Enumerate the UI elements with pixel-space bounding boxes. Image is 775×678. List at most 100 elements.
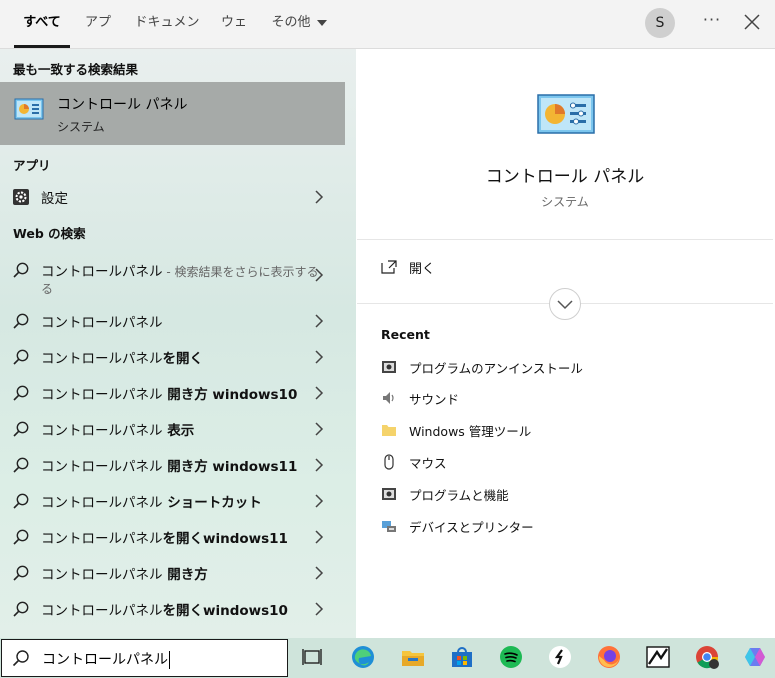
spotify-icon[interactable]	[498, 644, 524, 670]
web-result-label: コントロールパネル	[41, 311, 163, 331]
close-button[interactable]	[740, 10, 764, 34]
recent-item-label: デバイスとプリンター	[409, 520, 534, 535]
firefox-icon[interactable]	[596, 644, 622, 670]
best-match-item[interactable]: コントロール パネル システム	[0, 82, 345, 145]
chevron-right-icon	[315, 350, 324, 364]
web-result-item[interactable]: コントロールパネル 表示	[0, 411, 345, 445]
taskbar: コントロールパネル	[0, 638, 775, 678]
web-result-query: コントロールパネル	[41, 387, 163, 403]
detail-subtitle: システム	[541, 195, 589, 209]
recent-item[interactable]: マウス	[381, 452, 681, 476]
web-result-hint-wrap: る	[41, 282, 54, 296]
top-tab-bar: すべて アプリ ドキュメント ウェブ その他 S ···	[0, 0, 775, 76]
divider	[357, 239, 773, 240]
chevron-right-icon	[315, 494, 324, 508]
web-result-query: コントロールパネル	[41, 603, 163, 619]
tab-apps[interactable]: アプリ	[80, 0, 116, 76]
copilot-icon[interactable]	[742, 644, 768, 670]
recent-item[interactable]: プログラムのアンインストール	[381, 357, 681, 381]
web-result-label: コントロールパネル 表示	[41, 419, 194, 439]
chevron-right-icon	[315, 314, 324, 328]
programs-icon	[382, 361, 396, 373]
web-result-label: コントロールパネル 開き方	[41, 563, 208, 583]
web-result-query: コントロールパネル	[41, 315, 163, 331]
tab-all[interactable]: すべて	[14, 0, 70, 48]
search-icon	[13, 421, 29, 437]
web-result-suggestion: 表示	[162, 423, 195, 439]
web-result-query: コントロールパネル	[41, 264, 163, 280]
chevron-right-icon	[315, 458, 324, 472]
recent-item-label: プログラムと機能	[409, 488, 509, 503]
web-result-label: コントロールパネルを開くwindows11	[41, 527, 288, 547]
expand-button[interactable]	[549, 288, 581, 320]
search-icon	[13, 385, 29, 401]
edge-icon[interactable]	[350, 644, 376, 670]
open-action[interactable]: 開く	[381, 258, 581, 282]
chevron-right-icon	[315, 530, 324, 544]
speaker-icon	[383, 392, 394, 404]
web-result-label: コントロールパネルを開くwindows10	[41, 599, 288, 619]
web-result-item[interactable]: コントロールパネル 開き方 windows11	[0, 447, 345, 481]
chevron-right-icon	[315, 268, 324, 282]
web-result-item[interactable]: コントロールパネルを開く	[0, 339, 345, 373]
apps-heading: アプリ	[13, 158, 51, 173]
close-icon	[744, 14, 760, 30]
search-icon	[13, 349, 29, 365]
search-query: コントロールパネル	[42, 652, 168, 668]
web-result-query: コントロールパネル	[41, 351, 163, 367]
recent-item-label: サウンド	[409, 392, 460, 407]
recent-item-label: Windows 管理ツール	[409, 424, 532, 439]
web-result-item[interactable]: コントロールパネルを開くwindows10	[0, 591, 345, 625]
web-result-suggestion: ショートカット	[162, 495, 262, 511]
web-result-label: コントロールパネルを開く	[41, 347, 203, 367]
web-result-suggestion: 開き方 windows11	[162, 459, 298, 475]
web-result-label: コントロールパネル - 検索結果をさらに表示する	[41, 260, 318, 280]
search-icon	[12, 650, 29, 667]
web-result-item[interactable]: コントロールパネル 開き方	[0, 555, 345, 589]
web-result-item[interactable]: コントロールパネル - 検索結果をさらに表示するる	[0, 252, 345, 298]
web-result-query: コントロールパネル	[41, 567, 163, 583]
recent-item[interactable]: デバイスとプリンター	[381, 516, 681, 540]
search-input[interactable]: コントロールパネル	[1, 639, 288, 677]
tab-web[interactable]: ウェブ	[216, 0, 252, 76]
web-result-item[interactable]: コントロールパネル 開き方 windows10	[0, 375, 345, 409]
detail-title: コントロール パネル	[485, 167, 645, 187]
web-result-label: コントロールパネル 開き方 windows10	[41, 383, 297, 403]
search-input-value: コントロールパネル	[42, 649, 170, 669]
search-icon	[13, 529, 29, 545]
open-icon	[381, 260, 397, 274]
recent-item-label: プログラムのアンインストール	[409, 361, 583, 376]
recent-item[interactable]: プログラムと機能	[381, 484, 681, 508]
file-explorer-icon[interactable]	[400, 644, 426, 670]
more-options-button[interactable]: ···	[700, 10, 724, 34]
chevron-down-icon	[316, 19, 327, 26]
gear-icon	[13, 189, 29, 205]
folder-icon	[382, 425, 396, 436]
avatar[interactable]: S	[645, 8, 675, 38]
store-icon[interactable]	[449, 644, 475, 670]
chrome-icon[interactable]	[694, 644, 720, 670]
web-result-suggestion: を開くwindows10	[162, 603, 288, 619]
recent-item[interactable]: サウンド	[381, 388, 681, 412]
tab-more[interactable]: その他	[270, 0, 328, 48]
recent-item[interactable]: Windows 管理ツール	[381, 420, 681, 444]
web-result-item[interactable]: コントロールパネル	[0, 303, 345, 337]
app-item-settings[interactable]: 設定	[0, 179, 345, 213]
app-icon[interactable]	[547, 644, 573, 670]
chevron-right-icon	[315, 386, 324, 400]
recent-heading: Recent	[381, 327, 430, 342]
text-cursor	[169, 651, 170, 669]
search-icon	[13, 601, 29, 617]
app-icon[interactable]	[645, 644, 671, 670]
mouse-icon	[384, 454, 394, 470]
web-search-heading: Web の検索	[13, 226, 86, 241]
task-view-icon[interactable]	[300, 644, 326, 670]
chevron-down-icon	[557, 300, 573, 310]
search-results-pane: 最も一致する検索結果 コントロール パネル システム アプリ 設定 Web の検…	[0, 49, 356, 638]
chevron-right-icon	[315, 602, 324, 616]
control-panel-icon	[14, 98, 44, 120]
web-result-item[interactable]: コントロールパネルを開くwindows11	[0, 519, 345, 553]
search-icon	[13, 493, 29, 509]
tab-documents[interactable]: ドキュメント	[134, 0, 200, 76]
web-result-item[interactable]: コントロールパネル ショートカット	[0, 483, 345, 517]
